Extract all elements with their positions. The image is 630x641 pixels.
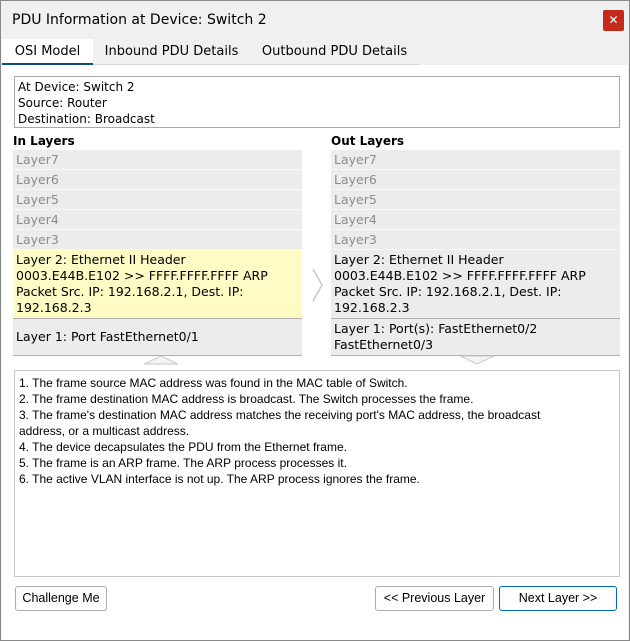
in-layer-7[interactable]: Layer7 — [13, 150, 302, 170]
challenge-me-button[interactable]: Challenge Me — [15, 586, 107, 611]
title-bar[interactable]: PDU Information at Device: Switch 2 ✕ — [1, 1, 629, 39]
close-icon: ✕ — [608, 13, 619, 27]
in-layer-1-line: Layer 1: Port FastEthernet0/1 — [16, 329, 199, 344]
device-info-box: At Device: Switch 2 Source: Router Desti… — [14, 76, 620, 128]
info-source: Source: Router — [18, 96, 107, 110]
chevron-up-icon — [144, 355, 178, 365]
in-layer-2-line: Packet Src. IP: 192.168.2.1, Dest. IP: — [16, 284, 244, 299]
osi-model-panel: At Device: Switch 2 Source: Router Desti… — [2, 65, 628, 640]
out-layer-2-line: 0003.E44B.E102 >> FFFF.FFFF.FFFF ARP — [334, 268, 586, 283]
pdu-info-window: PDU Information at Device: Switch 2 ✕ OS… — [0, 0, 630, 641]
step-line: 3. The frame's destination MAC address m… — [19, 408, 541, 422]
tab-bar: OSI Model Inbound PDU Details Outbound P… — [1, 39, 629, 65]
in-layer-6[interactable]: Layer6 — [13, 170, 302, 190]
step-line: address, or a multicast address. — [19, 424, 190, 438]
info-destination: Destination: Broadcast — [18, 112, 155, 126]
out-layer-1-line: FastEthernet0/3 — [334, 337, 434, 352]
in-layer-1[interactable]: Layer 1: Port FastEthernet0/1 — [13, 319, 302, 356]
in-layer-2-line: 0003.E44B.E102 >> FFFF.FFFF.FFFF ARP — [16, 268, 268, 283]
in-layer-5[interactable]: Layer5 — [13, 190, 302, 210]
step-line: 1. The frame source MAC address was foun… — [19, 376, 408, 390]
tab-inbound-pdu-details[interactable]: Inbound PDU Details — [93, 39, 250, 65]
out-layer-3[interactable]: Layer3 — [331, 230, 620, 250]
out-layer-5[interactable]: Layer5 — [331, 190, 620, 210]
next-layer-button[interactable]: Next Layer >> — [499, 586, 617, 611]
in-layer-2[interactable]: Layer 2: Ethernet II Header 0003.E44B.E1… — [13, 250, 302, 319]
out-layers-list: Layer7 Layer6 Layer5 Layer4 Layer3 Layer… — [331, 150, 620, 356]
out-layer-2-line: Layer 2: Ethernet II Header — [334, 252, 504, 267]
tab-osi-model[interactable]: OSI Model — [2, 39, 93, 65]
out-layer-2-line: 192.168.2.3 — [334, 300, 410, 315]
out-layer-6[interactable]: Layer6 — [331, 170, 620, 190]
in-layers-list: Layer7 Layer6 Layer5 Layer4 Layer3 Layer… — [13, 150, 302, 356]
out-layer-1[interactable]: Layer 1: Port(s): FastEthernet0/2 FastEt… — [331, 319, 620, 356]
step-line: 5. The frame is an ARP frame. The ARP pr… — [19, 456, 347, 470]
in-layer-2-line: Layer 2: Ethernet II Header — [16, 252, 186, 267]
step-line: 4. The device decapsulates the PDU from … — [19, 440, 347, 454]
chevron-down-icon — [460, 355, 494, 365]
out-layer-2-line: Packet Src. IP: 192.168.2.1, Dest. IP: — [334, 284, 562, 299]
out-layers-title: Out Layers — [331, 134, 405, 148]
close-button[interactable]: ✕ — [603, 10, 624, 31]
chevron-right-icon — [312, 268, 323, 302]
in-layer-4[interactable]: Layer4 — [13, 210, 302, 230]
previous-layer-button[interactable]: << Previous Layer — [375, 586, 494, 611]
window-title: PDU Information at Device: Switch 2 — [12, 12, 267, 28]
in-layer-2-line: 192.168.2.3 — [16, 300, 92, 315]
in-layers-title: In Layers — [13, 134, 75, 148]
out-layer-7[interactable]: Layer7 — [331, 150, 620, 170]
processing-steps-text: 1. The frame source MAC address was foun… — [14, 370, 620, 577]
out-layer-4[interactable]: Layer4 — [331, 210, 620, 230]
out-layer-2[interactable]: Layer 2: Ethernet II Header 0003.E44B.E1… — [331, 250, 620, 319]
in-layer-3[interactable]: Layer3 — [13, 230, 302, 250]
info-device: At Device: Switch 2 — [18, 80, 135, 94]
tab-outbound-pdu-details[interactable]: Outbound PDU Details — [250, 39, 419, 65]
step-line: 2. The frame destination MAC address is … — [19, 392, 474, 406]
out-layer-1-line: Layer 1: Port(s): FastEthernet0/2 — [334, 321, 538, 336]
step-line: 6. The active VLAN interface is not up. … — [19, 472, 420, 486]
